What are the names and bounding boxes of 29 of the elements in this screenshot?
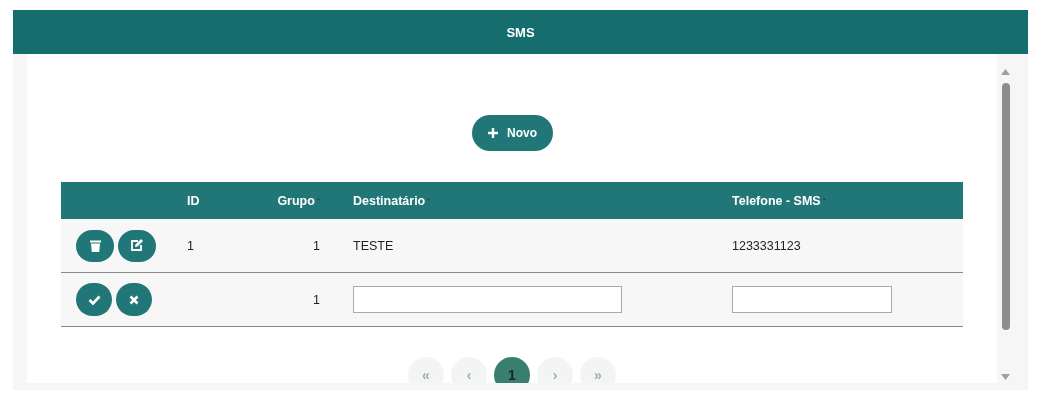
column-header[interactable]: Grupo (277, 193, 315, 208)
scroll-up-icon[interactable] (1001, 69, 1010, 75)
table-cell: TESTE (353, 238, 394, 253)
required-mark: * (316, 196, 320, 205)
plus-icon (487, 127, 499, 139)
phone-input-field[interactable] (732, 286, 892, 313)
edit-button[interactable] (118, 229, 156, 262)
required-mark: * (822, 196, 826, 205)
scrollbar-thumb[interactable] (1001, 83, 1010, 330)
new-button[interactable]: Novo (471, 115, 553, 151)
delete-button[interactable] (76, 229, 114, 262)
scroll-down-icon[interactable] (1001, 374, 1010, 380)
table-cell: 1 (187, 238, 194, 253)
check-icon (87, 294, 101, 305)
column-header[interactable]: Destinatário (353, 193, 426, 208)
window-title: SMS (506, 24, 535, 40)
table-cell: 1233331123 (732, 238, 801, 253)
confirm-button[interactable] (76, 283, 112, 316)
table-cell: 1 (313, 238, 320, 253)
cancel-button[interactable] (116, 283, 152, 316)
required-mark: * (427, 196, 431, 205)
table-cell: 1 (313, 292, 320, 307)
trash-icon (89, 239, 101, 252)
column-header[interactable]: ID (187, 193, 200, 208)
column-header[interactable]: Telefone - SMS (732, 193, 821, 208)
recipient-input-field[interactable] (353, 286, 622, 313)
edit-icon (130, 239, 144, 252)
close-icon (129, 294, 139, 305)
page-button[interactable]: 1 (494, 357, 530, 383)
